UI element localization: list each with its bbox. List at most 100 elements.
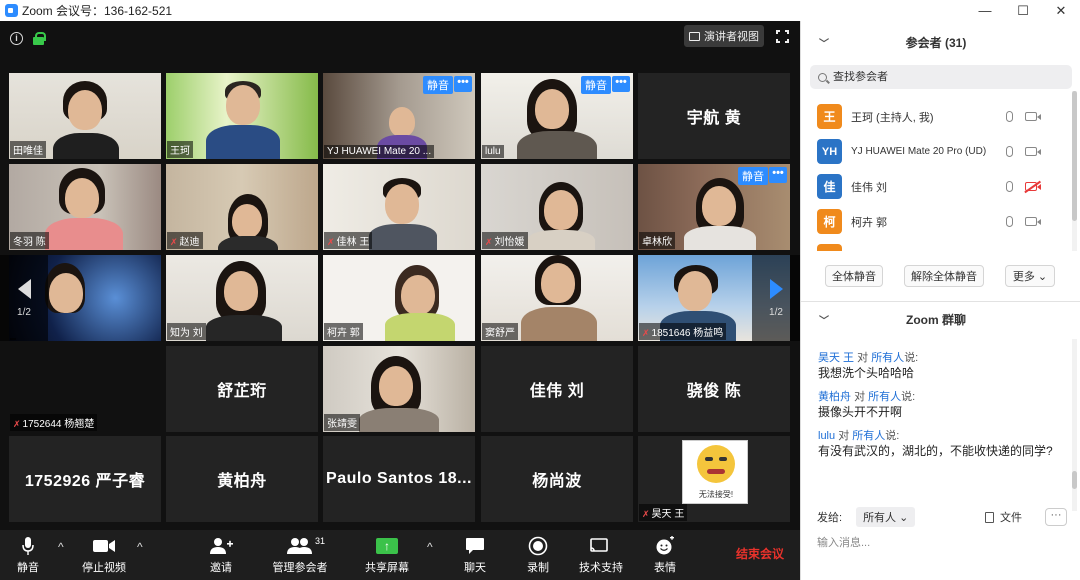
video-tile[interactable]: 张靖雯 xyxy=(323,346,475,432)
minimize-button[interactable]: — xyxy=(966,0,1004,21)
participant-name-large: Paulo Santos 18... xyxy=(326,470,472,487)
participant-name: lulu xyxy=(482,145,504,158)
camera-icon[interactable] xyxy=(1025,217,1041,226)
more-options-icon[interactable]: ••• xyxy=(612,76,630,92)
mute-badge[interactable]: 静音 xyxy=(581,76,611,94)
share-options-caret[interactable]: ^ xyxy=(427,540,433,554)
participant-row[interactable] xyxy=(801,239,1071,251)
more-options-icon[interactable]: ••• xyxy=(454,76,472,92)
search-icon xyxy=(818,72,827,82)
recipient-select[interactable]: 所有人 ⌄ xyxy=(856,507,916,527)
message-sender[interactable]: 昊天 王 xyxy=(818,352,854,364)
record-button[interactable]: 录制 xyxy=(523,530,553,580)
chat-button[interactable]: 聊天 xyxy=(460,530,490,580)
chat-scrollbar[interactable] xyxy=(1072,339,1077,511)
lock-icon[interactable] xyxy=(33,32,46,45)
camera-icon[interactable] xyxy=(1025,112,1041,121)
mic-muted-icon: ✗ xyxy=(642,328,650,338)
window-title: Zoom 会议号：136-162-521 xyxy=(22,4,173,18)
message-recipient[interactable]: 所有人 xyxy=(871,352,904,364)
participant-row[interactable]: 佳 佳伟 刘 xyxy=(801,169,1071,204)
video-tile[interactable]: 知为 刘 xyxy=(166,255,318,341)
fullscreen-icon[interactable] xyxy=(775,29,790,44)
mute-badge[interactable]: 静音 xyxy=(738,167,768,185)
invite-button[interactable]: 邀请 xyxy=(206,530,236,580)
video-options-caret[interactable]: ^ xyxy=(137,540,143,554)
video-tile[interactable]: ✗ 刘怡媛 xyxy=(481,164,633,250)
more-options-icon[interactable]: ••• xyxy=(769,167,787,183)
audio-options-caret[interactable]: ^ xyxy=(58,540,64,554)
collapse-chevron-icon[interactable]: ﹀ xyxy=(819,35,829,50)
close-button[interactable]: ✕ xyxy=(1042,0,1080,21)
collapse-chevron-icon[interactable]: ﹀ xyxy=(819,312,829,327)
previous-page-button[interactable]: 1/2 xyxy=(0,255,48,341)
avatar: YH xyxy=(817,139,842,164)
chat-bubble-icon xyxy=(465,536,485,556)
info-icon[interactable]: i xyxy=(10,32,23,45)
video-tile[interactable]: 杨尚波 xyxy=(481,436,633,522)
microphone-icon[interactable] xyxy=(1006,111,1013,122)
file-button[interactable]: 文件 xyxy=(985,509,1022,525)
participant-name: 柯卉 郭 xyxy=(324,323,363,340)
participant-row[interactable]: 柯 柯卉 郭 xyxy=(801,204,1071,239)
message-recipient[interactable]: 所有人 xyxy=(868,391,901,403)
reactions-button[interactable]: 表情 xyxy=(650,530,680,580)
unmute-all-button[interactable]: 解除全体静音 xyxy=(904,265,984,287)
video-tile[interactable]: 佳伟 刘 xyxy=(481,346,633,432)
video-tile[interactable]: 无法接受! ✗ 昊天 王 xyxy=(638,436,790,522)
message-sender[interactable]: 黄柏舟 xyxy=(818,391,851,403)
video-tile[interactable]: 黄柏舟 xyxy=(166,436,318,522)
participant-name: 知为 刘 xyxy=(167,323,206,340)
maximize-button[interactable]: ☐ xyxy=(1004,0,1042,21)
participant-name: ✗ 昊天 王 xyxy=(639,504,688,521)
chat-more-options-button[interactable]: ··· xyxy=(1045,508,1067,526)
video-tile[interactable]: 骁俊 陈 xyxy=(638,346,790,432)
mic-muted-icon: ✗ xyxy=(642,509,650,519)
mute-badge[interactable]: 静音 xyxy=(423,76,453,94)
tech-support-button[interactable]: 技术支持 xyxy=(578,530,624,580)
next-page-button[interactable]: 1/2 xyxy=(752,255,800,341)
share-screen-button[interactable]: ↑ 共享屏幕 xyxy=(364,530,410,580)
participant-list-scrollbar[interactable] xyxy=(1072,91,1077,251)
video-tile[interactable]: 1752926 严子睿 xyxy=(9,436,161,522)
tech-support-label: 技术支持 xyxy=(579,561,623,574)
participant-name: ✗ 刘怡媛 xyxy=(482,232,528,249)
camera-icon[interactable] xyxy=(1025,147,1041,156)
camera-off-icon[interactable] xyxy=(1025,182,1041,191)
participant-name: ✗ 1851646 杨益鸣 xyxy=(639,323,727,340)
video-tile[interactable]: 王珂 xyxy=(166,73,318,159)
video-tile[interactable]: 舒芷珩 xyxy=(166,346,318,432)
speaker-view-button[interactable]: 演讲者视图 xyxy=(684,25,764,47)
video-tile[interactable]: Paulo Santos 18... xyxy=(323,436,475,522)
microphone-icon[interactable] xyxy=(1006,146,1013,157)
video-tile[interactable]: 冬羽 陈 xyxy=(9,164,161,250)
end-meeting-button[interactable]: 结束会议 xyxy=(736,545,784,562)
video-tile[interactable]: 静音 ••• YJ HUAWEI Mate 20 ... xyxy=(323,73,475,159)
participant-search-input[interactable] xyxy=(833,71,1053,83)
microphone-icon[interactable] xyxy=(1006,216,1013,227)
participant-search[interactable] xyxy=(810,65,1072,89)
participant-name: 张靖雯 xyxy=(324,414,360,431)
video-tile[interactable]: ✗ 佳林 王 xyxy=(323,164,475,250)
stop-video-button[interactable]: 停止视频 xyxy=(80,530,128,580)
mute-button[interactable]: 静音 xyxy=(10,530,46,580)
participant-row[interactable]: 王 王珂 (主持人, 我) xyxy=(801,99,1071,134)
video-tile[interactable]: 柯卉 郭 xyxy=(323,255,475,341)
video-tile[interactable]: 宇航 黄 xyxy=(638,73,790,159)
video-tile-active-speaker[interactable]: 静音 ••• 卓林欣 xyxy=(638,164,790,250)
microphone-icon[interactable] xyxy=(1006,181,1013,192)
message-sender[interactable]: lulu xyxy=(818,430,835,442)
mute-all-button[interactable]: 全体静音 xyxy=(825,265,883,287)
title-bar: Zoom 会议号：136-162-521 — ☐ ✕ xyxy=(0,0,1080,21)
video-tile[interactable]: 窦舒严 xyxy=(481,255,633,341)
more-button[interactable]: 更多 ⌄ xyxy=(1005,265,1055,287)
video-tile[interactable]: ✗ 赵迪 xyxy=(166,164,318,250)
participant-list-name: 柯卉 郭 xyxy=(851,216,888,229)
message-recipient[interactable]: 所有人 xyxy=(852,430,885,442)
participant-row[interactable]: YH YJ HUAWEI Mate 20 Pro (UD) xyxy=(801,134,1071,169)
send-options-row: 发给: 所有人 ⌄ 文件 ··· xyxy=(817,507,1072,527)
video-tile[interactable]: 田唯佳 xyxy=(9,73,161,159)
message-input[interactable] xyxy=(817,533,1067,553)
video-tile[interactable]: ✗ 1752644 杨翘楚 xyxy=(9,346,161,432)
video-tile[interactable]: 静音 ••• lulu xyxy=(481,73,633,159)
